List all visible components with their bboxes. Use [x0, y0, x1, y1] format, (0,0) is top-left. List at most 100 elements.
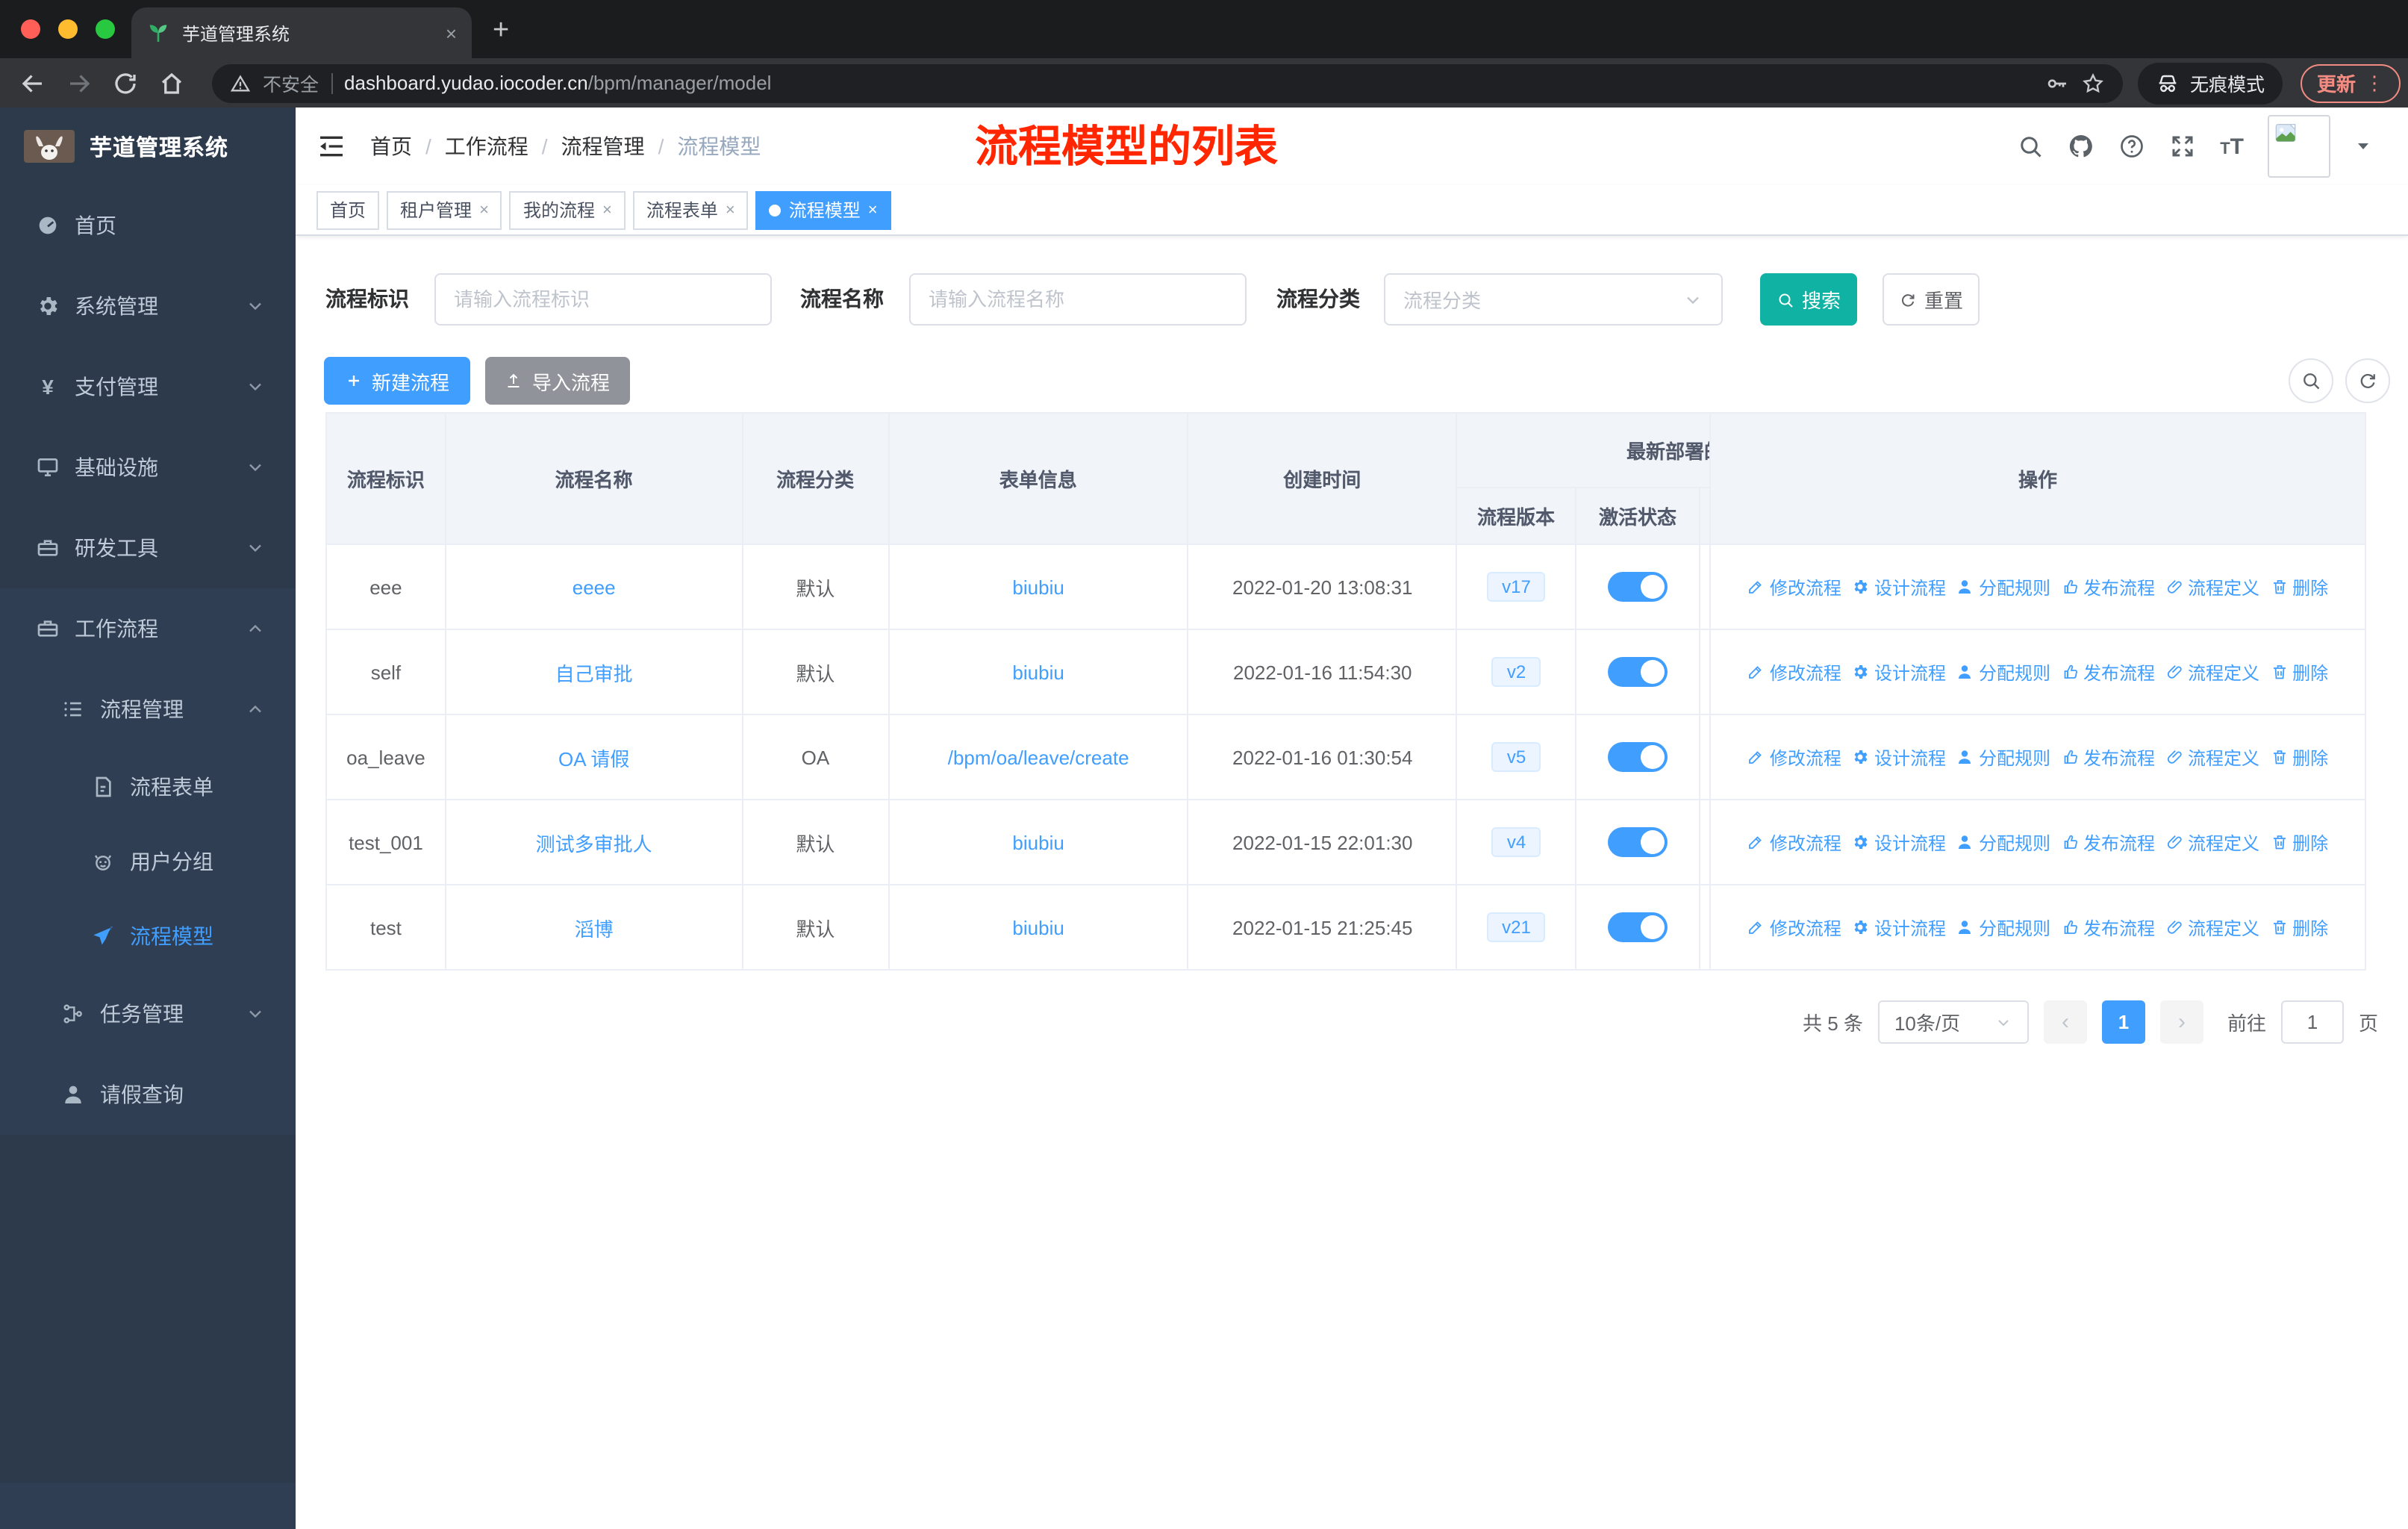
tag-process-form[interactable]: 流程表单 × — [632, 190, 749, 229]
tag-close-icon[interactable]: × — [602, 201, 612, 219]
form-info-link[interactable]: /bpm/oa/leave/create — [948, 746, 1129, 768]
action-design-link[interactable]: 设计流程 — [1852, 829, 1946, 855]
sidebar-item-process-form[interactable]: 流程表单 — [0, 750, 296, 824]
tab-close-button[interactable]: × — [446, 22, 457, 44]
reload-icon[interactable] — [112, 69, 139, 96]
action-delete-link[interactable]: 删除 — [2270, 659, 2328, 685]
tag-tenant[interactable]: 租户管理 × — [387, 190, 502, 229]
form-info-link[interactable]: biubiu — [1012, 831, 1064, 853]
avatar-caret-icon[interactable] — [2354, 137, 2372, 155]
action-definition-link[interactable]: 流程定义 — [2165, 744, 2259, 770]
model-name-link[interactable]: OA 请假 — [558, 743, 629, 771]
breadcrumb-workflow[interactable]: 工作流程 — [445, 131, 528, 161]
breadcrumb-home[interactable]: 首页 — [370, 131, 412, 161]
app-logo-row[interactable]: 芋道管理系统 — [0, 108, 296, 185]
active-toggle[interactable] — [1608, 912, 1668, 942]
tag-close-icon[interactable]: × — [479, 201, 489, 219]
tag-close-icon[interactable]: × — [726, 201, 735, 219]
forward-icon[interactable] — [66, 69, 93, 96]
tag-close-icon[interactable]: × — [868, 201, 878, 219]
sidebar-item-leave-query[interactable]: 请假查询 — [0, 1054, 296, 1135]
action-edit-link[interactable]: 修改流程 — [1747, 744, 1841, 770]
active-toggle[interactable] — [1608, 742, 1668, 772]
not-secure-icon[interactable] — [230, 72, 251, 93]
action-edit-link[interactable]: 修改流程 — [1747, 574, 1841, 600]
model-name-link[interactable]: 自己审批 — [555, 658, 633, 686]
import-process-button[interactable]: 导入流程 — [485, 357, 630, 405]
form-info-link[interactable]: biubiu — [1012, 916, 1064, 938]
reset-button[interactable]: 重置 — [1883, 273, 1980, 326]
action-edit-link[interactable]: 修改流程 — [1747, 915, 1841, 940]
action-definition-link[interactable]: 流程定义 — [2165, 574, 2259, 600]
goto-page-input[interactable] — [2280, 1000, 2344, 1044]
filter-id-input[interactable] — [434, 273, 772, 326]
action-assign-rule-link[interactable]: 分配规则 — [1956, 915, 2050, 940]
search-icon[interactable] — [2017, 133, 2044, 160]
action-edit-link[interactable]: 修改流程 — [1747, 659, 1841, 685]
action-assign-rule-link[interactable]: 分配规则 — [1956, 829, 2050, 855]
toggle-search-button[interactable] — [2289, 358, 2333, 403]
action-publish-link[interactable]: 发布流程 — [2061, 744, 2155, 770]
action-design-link[interactable]: 设计流程 — [1852, 574, 1946, 600]
browser-tab[interactable]: 芋道管理系统 × — [131, 7, 472, 58]
window-close-button[interactable] — [21, 19, 40, 39]
password-key-icon[interactable] — [2045, 71, 2069, 95]
action-delete-link[interactable]: 删除 — [2270, 829, 2328, 855]
chrome-update-button[interactable]: 更新 ⋮ — [2301, 63, 2401, 102]
page-size-select[interactable]: 10条/页 — [1877, 1000, 2029, 1044]
url-text[interactable]: dashboard.yudao.iocoder.cn/bpm/manager/m… — [344, 72, 771, 94]
action-delete-link[interactable]: 删除 — [2270, 744, 2328, 770]
action-design-link[interactable]: 设计流程 — [1852, 659, 1946, 685]
fullscreen-icon[interactable] — [2169, 133, 2196, 160]
form-info-link[interactable]: biubiu — [1012, 576, 1064, 598]
form-info-link[interactable]: biubiu — [1012, 661, 1064, 683]
prev-page-button[interactable]: ‹ — [2043, 1000, 2087, 1044]
tag-process-model[interactable]: 流程模型 × — [755, 190, 891, 229]
next-page-button[interactable]: › — [2159, 1000, 2203, 1044]
model-name-link[interactable]: 测试多审批人 — [536, 828, 652, 856]
action-assign-rule-link[interactable]: 分配规则 — [1956, 744, 2050, 770]
sidebar-collapse-icon[interactable] — [316, 131, 346, 161]
sidebar-item-task-manage[interactable]: 任务管理 — [0, 974, 296, 1054]
filter-category-select[interactable]: 流程分类 — [1384, 273, 1723, 326]
model-name-link[interactable]: eeee — [573, 576, 616, 598]
action-definition-link[interactable]: 流程定义 — [2165, 915, 2259, 940]
window-minimize-button[interactable] — [58, 19, 78, 39]
action-design-link[interactable]: 设计流程 — [1852, 915, 1946, 940]
home-icon[interactable] — [158, 69, 185, 96]
action-assign-rule-link[interactable]: 分配规则 — [1956, 659, 2050, 685]
sidebar-item-infra[interactable]: 基础设施 — [0, 427, 296, 508]
font-size-icon[interactable]: TT — [2220, 134, 2244, 159]
tag-my-process[interactable]: 我的流程 × — [509, 190, 626, 229]
action-definition-link[interactable]: 流程定义 — [2165, 829, 2259, 855]
address-bar[interactable]: 不安全 dashboard.yudao.iocoder.cn/bpm/manag… — [212, 63, 2123, 102]
current-page-button[interactable]: 1 — [2101, 1000, 2145, 1044]
active-toggle[interactable] — [1608, 827, 1668, 857]
github-icon[interactable] — [2068, 133, 2094, 160]
sidebar-item-pay[interactable]: ¥ 支付管理 — [0, 346, 296, 427]
action-edit-link[interactable]: 修改流程 — [1747, 829, 1841, 855]
action-definition-link[interactable]: 流程定义 — [2165, 659, 2259, 685]
action-publish-link[interactable]: 发布流程 — [2061, 659, 2155, 685]
sidebar-item-workflow[interactable]: 工作流程 — [0, 588, 296, 669]
avatar[interactable] — [2268, 115, 2330, 178]
filter-name-input[interactable] — [909, 273, 1247, 326]
active-toggle[interactable] — [1608, 657, 1668, 687]
action-assign-rule-link[interactable]: 分配规则 — [1956, 574, 2050, 600]
action-design-link[interactable]: 设计流程 — [1852, 744, 1946, 770]
sidebar-item-system[interactable]: 系统管理 — [0, 266, 296, 346]
action-delete-link[interactable]: 删除 — [2270, 915, 2328, 940]
sidebar-item-process-model[interactable]: 流程模型 — [0, 899, 296, 974]
bookmark-star-icon[interactable] — [2081, 71, 2105, 95]
action-publish-link[interactable]: 发布流程 — [2061, 574, 2155, 600]
tag-home[interactable]: 首页 — [316, 190, 380, 229]
search-button[interactable]: 搜索 — [1760, 273, 1857, 326]
active-toggle[interactable] — [1608, 572, 1668, 602]
sidebar-item-devtool[interactable]: 研发工具 — [0, 508, 296, 588]
refresh-table-button[interactable] — [2345, 358, 2390, 403]
breadcrumb-process-manage[interactable]: 流程管理 — [561, 131, 645, 161]
action-publish-link[interactable]: 发布流程 — [2061, 915, 2155, 940]
sidebar-item-home[interactable]: 首页 — [0, 185, 296, 266]
sidebar-item-user-group[interactable]: 用户分组 — [0, 824, 296, 899]
sidebar-item-process-manage[interactable]: 流程管理 — [0, 669, 296, 750]
